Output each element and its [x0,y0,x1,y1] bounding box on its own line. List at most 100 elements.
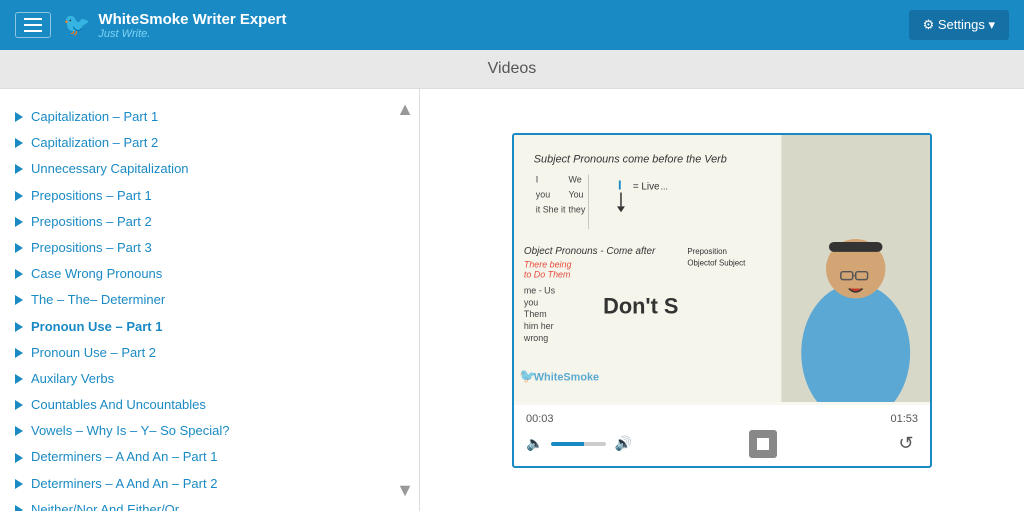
current-time: 00:03 [526,413,554,425]
video-list-item-label: Unnecessary Capitalization [31,160,189,178]
video-list-item-label: Neither/Nor And Either/Or [31,501,179,511]
svg-text:it She it: it She it [536,204,566,214]
menu-toggle-button[interactable] [15,12,51,38]
play-triangle-icon [15,217,23,227]
header-left: 🐦 WhiteSmoke Writer Expert Just Write. [15,11,287,40]
svg-text:Subject Pronouns come before t: Subject Pronouns come before the Verb [534,153,727,165]
play-triangle-icon [15,322,23,332]
hamburger-line-1 [24,18,42,20]
svg-text:him her: him her [524,321,554,331]
controls-row: 🔈 🔊 ↺ [526,430,918,458]
play-triangle-icon [15,426,23,436]
page-title: Videos [488,60,537,77]
video-list-item[interactable]: Capitalization – Part 2 [15,130,419,156]
play-triangle-icon [15,295,23,305]
play-triangle-icon [15,400,23,410]
video-list-item-label: Pronoun Use – Part 2 [31,344,156,362]
volume-high-icon: 🔊 [614,435,631,452]
play-triangle-icon [15,269,23,279]
replay-button[interactable]: ↺ [894,432,918,456]
video-list-item-label: Capitalization – Part 2 [31,134,158,152]
video-list-item-label: Countables And Uncountables [31,396,206,414]
video-list-item[interactable]: Auxilary Verbs [15,366,419,392]
video-list-item[interactable]: Countables And Uncountables [15,392,419,418]
svg-text:Don't S: Don't S [603,293,678,318]
video-list-item[interactable]: Determiners – A And An – Part 1 [15,444,419,470]
time-row: 00:03 01:53 [526,413,918,425]
svg-text:Objectof Subject: Objectof Subject [687,258,746,267]
svg-text:WhiteSmoke: WhiteSmoke [534,371,599,383]
svg-text:I: I [536,174,538,184]
extra-controls: ↺ [894,432,918,456]
logo-area: 🐦 WhiteSmoke Writer Expert Just Write. [63,11,287,40]
logo-text: WhiteSmoke Writer Expert Just Write. [98,11,286,40]
svg-text:There being: There being [524,259,572,269]
video-list-item[interactable]: Prepositions – Part 2 [15,209,419,235]
video-list-item[interactable]: Pronoun Use – Part 1 [15,314,419,340]
whiteboard-content: Subject Pronouns come before the Verb I … [514,135,930,402]
play-triangle-icon [15,164,23,174]
playback-controls[interactable] [749,430,777,458]
scroll-down-arrow[interactable]: ▼ [396,480,414,501]
svg-text:you: you [536,189,550,199]
video-list-item-label: Case Wrong Pronouns [31,265,162,283]
app-header: 🐦 WhiteSmoke Writer Expert Just Write. ⚙… [0,0,1024,50]
video-panel: Subject Pronouns come before the Verb I … [420,89,1024,511]
settings-button[interactable]: ⚙ Settings ▾ [909,10,1009,40]
hamburger-line-3 [24,30,42,32]
video-list-item[interactable]: Case Wrong Pronouns [15,261,419,287]
video-list-item-label: Vowels – Why Is – Y– So Special? [31,422,229,440]
app-subtitle: Just Write. [98,28,286,40]
total-time: 01:53 [890,413,918,425]
video-list-item[interactable]: Prepositions – Part 3 [15,235,419,261]
svg-text:to Do Them: to Do Them [524,269,571,279]
app-title: WhiteSmoke Writer Expert [98,11,286,28]
volume-low-icon: 🔈 [526,435,543,452]
svg-text:You: You [568,189,583,199]
svg-text:you: you [524,297,538,307]
play-triangle-icon [15,479,23,489]
svg-text:Object Pronouns - Come after: Object Pronouns - Come after [524,245,656,256]
video-list-item-label: Prepositions – Part 1 [31,187,152,205]
scroll-up-arrow[interactable]: ▲ [396,99,414,120]
play-triangle-icon [15,348,23,358]
video-list: Capitalization – Part 1 Capitalization – … [15,104,419,511]
video-list-item-label: Determiners – A And An – Part 2 [31,475,217,493]
video-list-item-label: Pronoun Use – Part 1 [31,318,162,336]
video-container: Subject Pronouns come before the Verb I … [512,133,932,468]
svg-text:me - Us: me - Us [524,285,556,295]
video-list-item[interactable]: Vowels – Why Is – Y– So Special? [15,418,419,444]
svg-text:We: We [568,174,581,184]
svg-text:...: ... [661,181,668,191]
video-list-item-label: Prepositions – Part 3 [31,239,152,257]
hamburger-line-2 [24,24,42,26]
video-list-item-label: Capitalization – Part 1 [31,108,158,126]
play-triangle-icon [15,505,23,511]
play-triangle-icon [15,112,23,122]
video-screen: Subject Pronouns come before the Verb I … [514,135,930,405]
video-list-item-label: Prepositions – Part 2 [31,213,152,231]
volume-slider[interactable] [551,442,606,446]
svg-text:🐦: 🐦 [519,367,536,383]
video-list-item-label: Determiners – A And An – Part 1 [31,448,217,466]
svg-text:= Live: = Live [633,181,660,192]
video-list-item-label: Auxilary Verbs [31,370,114,388]
stop-button[interactable] [749,430,777,458]
video-list-item-label: The – The– Determiner [31,291,165,309]
svg-text:Preposition: Preposition [687,246,727,255]
video-list-item[interactable]: The – The– Determiner [15,287,419,313]
video-list-item[interactable]: Determiners – A And An – Part 2 [15,471,419,497]
svg-text:Them: Them [524,309,547,319]
video-list-item[interactable]: Pronoun Use – Part 2 [15,340,419,366]
video-list-item[interactable]: Unnecessary Capitalization [15,156,419,182]
svg-text:wrong: wrong [523,333,548,343]
volume-controls: 🔈 🔊 [526,435,632,452]
stop-icon [757,438,769,450]
play-triangle-icon [15,374,23,384]
video-list-item[interactable]: Capitalization – Part 1 [15,104,419,130]
main-content: ▲ Capitalization – Part 1Capitalization … [0,89,1024,511]
video-list-item[interactable]: Neither/Nor And Either/Or [15,497,419,511]
video-list-item[interactable]: Prepositions – Part 1 [15,183,419,209]
play-triangle-icon [15,453,23,463]
video-list-sidebar[interactable]: ▲ Capitalization – Part 1Capitalization … [0,89,420,511]
